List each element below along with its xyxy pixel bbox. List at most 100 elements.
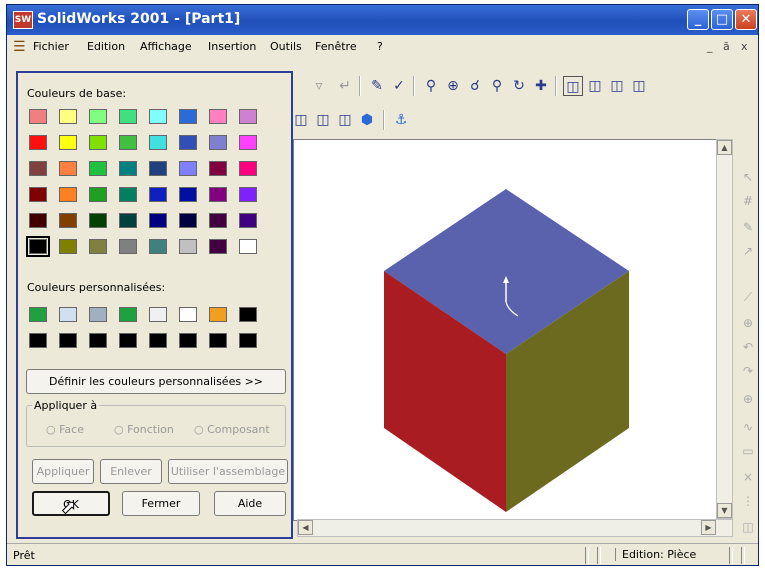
pan-icon[interactable]: ✚ <box>531 76 551 96</box>
basic-color-swatch-3-7[interactable] <box>239 187 257 202</box>
menu-insertion[interactable]: Insertion <box>208 40 256 53</box>
basic-color-swatch-3-6[interactable] <box>209 187 227 202</box>
basic-color-swatch-4-1[interactable] <box>59 213 77 228</box>
custom-color-swatch-1-0[interactable] <box>29 333 47 348</box>
top-view-icon[interactable]: ◫ <box>335 110 355 130</box>
basic-color-swatch-3-0[interactable] <box>29 187 47 202</box>
basic-color-swatch-2-7[interactable] <box>239 161 257 176</box>
dimension-icon[interactable]: ↗ <box>740 243 756 259</box>
hidden-lines-grey-icon[interactable]: ◫ <box>607 76 627 96</box>
graphics-area[interactable] <box>293 139 718 521</box>
basic-color-swatch-4-7[interactable] <box>239 213 257 228</box>
use-assembly-button[interactable]: Utiliser l'assemblage <box>168 459 288 484</box>
custom-color-swatch-1-1[interactable] <box>59 333 77 348</box>
basic-color-swatch-0-2[interactable] <box>89 109 107 124</box>
rectangle-icon[interactable]: ▭ <box>740 443 756 459</box>
basic-color-swatch-2-6[interactable] <box>209 161 227 176</box>
rotate-view-icon[interactable]: ↻ <box>509 76 529 96</box>
help-button[interactable]: Aide <box>214 491 286 516</box>
maximize-button[interactable]: □ <box>711 9 733 30</box>
custom-color-swatch-1-4[interactable] <box>149 333 167 348</box>
select-filter-icon[interactable]: ✓ <box>389 76 409 96</box>
centerline-icon[interactable]: ⋮ <box>740 493 756 509</box>
scroll-down-icon[interactable]: ▼ <box>717 503 732 518</box>
basic-color-swatch-2-5[interactable] <box>179 161 197 176</box>
menu-outils[interactable]: Outils <box>270 40 302 53</box>
menu-fichier[interactable]: Fichier <box>33 40 69 53</box>
basic-color-swatch-1-1[interactable] <box>59 135 77 150</box>
spline-icon[interactable]: ∿ <box>740 419 756 435</box>
custom-color-swatch-0-0[interactable] <box>29 307 47 322</box>
select-arrow-icon[interactable]: ↖ <box>740 169 756 185</box>
menu-help[interactable]: ? <box>377 40 383 53</box>
shaded-view-icon[interactable]: ◫ <box>563 76 583 96</box>
isometric-view-icon[interactable]: ⬢ <box>357 110 377 130</box>
front-view-icon[interactable]: ◫ <box>291 110 311 130</box>
basic-color-swatch-3-1[interactable] <box>59 187 77 202</box>
basic-color-swatch-0-3[interactable] <box>119 109 137 124</box>
basic-color-swatch-4-4[interactable] <box>149 213 167 228</box>
basic-color-swatch-2-4[interactable] <box>149 161 167 176</box>
basic-color-swatch-0-0[interactable] <box>29 109 47 124</box>
custom-color-swatch-1-5[interactable] <box>179 333 197 348</box>
title-bar[interactable]: SW SolidWorks 2001 - [Part1] _ □ ✕ <box>7 5 758 35</box>
basic-color-swatch-3-5[interactable] <box>179 187 197 202</box>
minimize-button[interactable]: _ <box>687 9 709 30</box>
arc-icon[interactable]: ↶ <box>740 339 756 355</box>
circle-icon[interactable]: ⊕ <box>740 315 756 331</box>
basic-color-swatch-0-6[interactable] <box>209 109 227 124</box>
define-custom-colors-button[interactable]: Définir les couleurs personnalisées >> <box>26 369 286 394</box>
basic-color-swatch-4-3[interactable] <box>119 213 137 228</box>
tangent-arc-icon[interactable]: ↷ <box>740 363 756 379</box>
menu-affichage[interactable]: Affichage <box>140 40 192 53</box>
radio-composant[interactable]: ○ Composant <box>194 423 270 436</box>
apply-button[interactable]: Appliquer <box>32 459 94 484</box>
custom-color-swatch-0-1[interactable] <box>59 307 77 322</box>
vertical-scrollbar[interactable]: ▲ ▼ <box>716 139 733 519</box>
basic-color-swatch-5-5[interactable] <box>179 239 197 254</box>
basic-color-swatch-4-5[interactable] <box>179 213 197 228</box>
basic-color-swatch-4-0[interactable] <box>29 213 47 228</box>
zoom-to-area-icon[interactable]: ⊕ <box>443 76 463 96</box>
select-icon[interactable]: ✎ <box>367 76 387 96</box>
convert-entities-icon[interactable]: ◫ <box>740 519 756 535</box>
line-icon[interactable]: ⟋ <box>740 289 756 305</box>
zoom-to-selection-icon[interactable]: ⚲ <box>487 76 507 96</box>
basic-color-swatch-1-0[interactable] <box>29 135 47 150</box>
horizontal-scrollbar[interactable]: ◀ ▶ <box>297 519 733 537</box>
back-view-icon[interactable]: ◫ <box>313 110 333 130</box>
scroll-right-icon[interactable]: ▶ <box>701 520 716 535</box>
filter-icon[interactable]: ▿ <box>309 76 329 96</box>
basic-color-swatch-0-4[interactable] <box>149 109 167 124</box>
basic-color-swatch-5-4[interactable] <box>149 239 167 254</box>
custom-color-swatch-0-6[interactable] <box>209 307 227 322</box>
basic-color-swatch-1-7[interactable] <box>239 135 257 150</box>
basic-color-swatch-1-5[interactable] <box>179 135 197 150</box>
remove-button[interactable]: Enlever <box>100 459 162 484</box>
radio-face[interactable]: ○ Face <box>46 423 84 436</box>
basic-color-swatch-1-4[interactable] <box>149 135 167 150</box>
menu-fenetre[interactable]: Fenêtre <box>315 40 357 53</box>
custom-color-swatch-0-4[interactable] <box>149 307 167 322</box>
basic-color-swatch-0-1[interactable] <box>59 109 77 124</box>
solidworks-logo-icon[interactable]: SW <box>13 11 33 29</box>
custom-color-swatch-0-2[interactable] <box>89 307 107 322</box>
custom-color-swatch-0-3[interactable] <box>119 307 137 322</box>
point-icon[interactable]: × <box>740 469 756 485</box>
custom-color-swatch-0-7[interactable] <box>239 307 257 322</box>
basic-color-swatch-2-3[interactable] <box>119 161 137 176</box>
custom-color-swatch-1-7[interactable] <box>239 333 257 348</box>
basic-color-swatch-3-4[interactable] <box>149 187 167 202</box>
hidden-lines-removed-icon[interactable]: ◫ <box>585 76 605 96</box>
basic-color-swatch-5-3[interactable] <box>119 239 137 254</box>
mdi-close-button[interactable]: x <box>741 40 748 53</box>
basic-color-swatch-4-2[interactable] <box>89 213 107 228</box>
custom-color-swatch-1-6[interactable] <box>209 333 227 348</box>
basic-color-swatch-2-1[interactable] <box>59 161 77 176</box>
zoom-in-out-icon[interactable]: ☌ <box>465 76 485 96</box>
basic-color-swatch-0-5[interactable] <box>179 109 197 124</box>
basic-color-swatch-2-2[interactable] <box>89 161 107 176</box>
zoom-to-fit-icon[interactable]: ⚲ <box>421 76 441 96</box>
basic-color-swatch-5-7[interactable] <box>239 239 257 254</box>
custom-color-swatch-0-5[interactable] <box>179 307 197 322</box>
